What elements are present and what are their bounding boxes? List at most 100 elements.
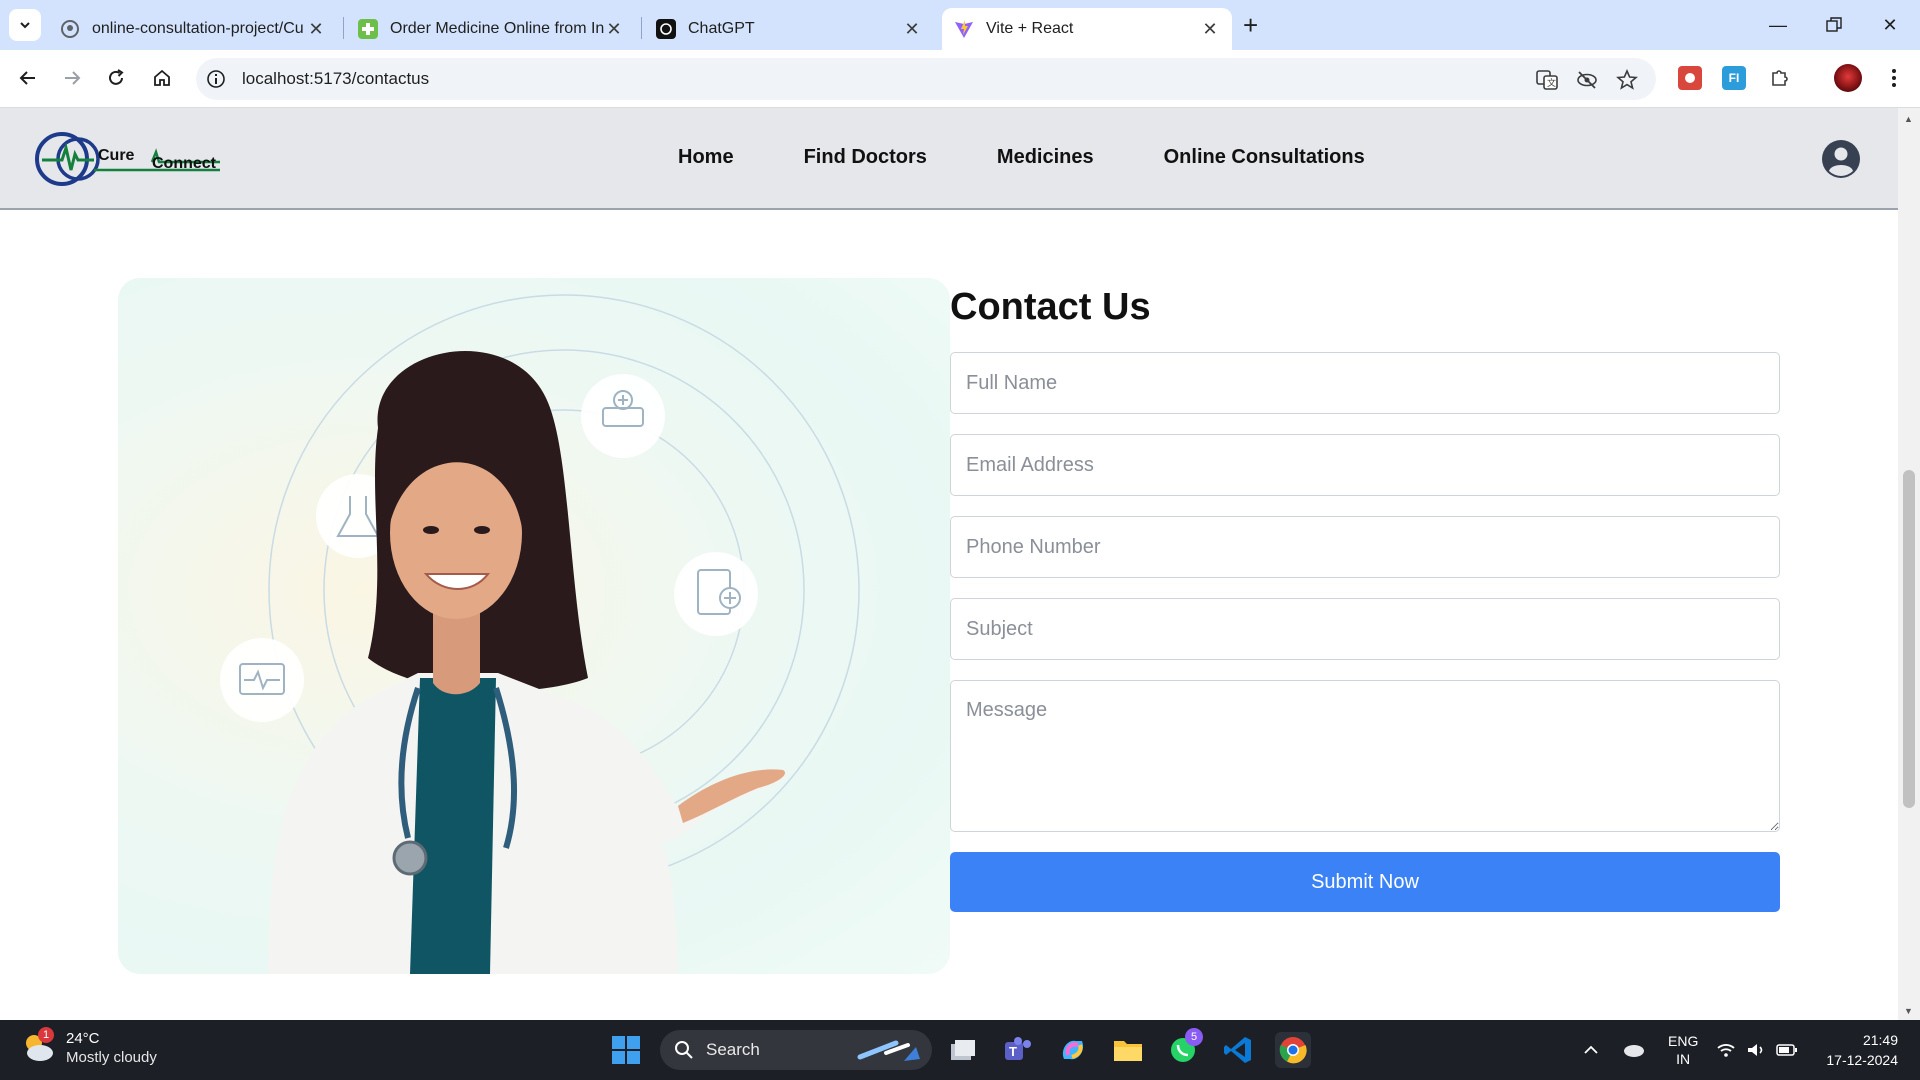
doctor-illustration bbox=[118, 278, 950, 974]
site-navbar: Cure Connect Home Find Doctors Medicines… bbox=[0, 108, 1898, 210]
tab-search-button[interactable] bbox=[9, 9, 41, 41]
language-indicator[interactable]: ENG IN bbox=[1668, 1020, 1698, 1080]
cureconnect-logo[interactable]: Cure Connect bbox=[34, 130, 224, 188]
user-profile-icon[interactable] bbox=[1821, 139, 1861, 179]
tab-chatgpt[interactable]: ChatGPT ✕ bbox=[644, 8, 934, 50]
scroll-down-arrow-icon[interactable]: ▼ bbox=[1904, 1006, 1913, 1016]
translate-icon[interactable]: 文 bbox=[1536, 69, 1558, 96]
eye-off-icon[interactable] bbox=[1576, 69, 1598, 96]
logo-word-connect: Connect bbox=[152, 155, 217, 172]
tab-separator bbox=[641, 17, 642, 39]
nav-medicines[interactable]: Medicines bbox=[997, 146, 1094, 169]
github-icon bbox=[60, 19, 80, 39]
hospital-bed-icon bbox=[581, 374, 665, 458]
tab-title: Order Medicine Online from Inc bbox=[390, 20, 604, 37]
nav-home[interactable]: Home bbox=[678, 146, 734, 169]
taskbar-clock[interactable]: 21:49 17-12-2024 bbox=[1812, 1030, 1898, 1070]
close-tab-icon[interactable]: ✕ bbox=[1200, 19, 1220, 39]
tab-separator bbox=[343, 17, 344, 39]
file-explorer-icon[interactable] bbox=[1110, 1032, 1146, 1068]
tab-pharmacy[interactable]: Order Medicine Online from Inc ✕ bbox=[346, 8, 636, 50]
pharmacy-icon bbox=[358, 19, 378, 39]
show-hidden-icons[interactable] bbox=[1584, 1020, 1598, 1080]
search-icon bbox=[675, 1041, 693, 1059]
minimize-icon[interactable]: — bbox=[1750, 0, 1806, 50]
onedrive-icon[interactable] bbox=[1622, 1020, 1646, 1080]
wifi-icon[interactable] bbox=[1716, 1020, 1736, 1080]
home-icon[interactable] bbox=[146, 62, 178, 94]
chrome-icon[interactable] bbox=[1275, 1032, 1311, 1068]
tab-title: ChatGPT bbox=[688, 20, 755, 37]
extension-red-icon[interactable] bbox=[1678, 66, 1702, 90]
weather-widget[interactable]: 1 24°C Mostly cloudy bbox=[20, 1027, 157, 1066]
search-label: Search bbox=[706, 1040, 760, 1059]
bookmark-star-icon[interactable] bbox=[1616, 68, 1638, 96]
medical-report-icon bbox=[674, 552, 758, 636]
task-view-icon[interactable] bbox=[945, 1032, 981, 1068]
close-tab-icon[interactable]: ✕ bbox=[604, 19, 624, 39]
volume-icon[interactable] bbox=[1746, 1020, 1766, 1080]
submit-button[interactable]: Submit Now bbox=[950, 852, 1780, 912]
contact-title: Contact Us bbox=[950, 286, 1151, 328]
taskbar-search[interactable]: Search bbox=[660, 1030, 932, 1070]
vite-icon bbox=[954, 19, 974, 39]
close-window-icon[interactable]: ✕ bbox=[1862, 0, 1918, 50]
full-name-input[interactable] bbox=[950, 352, 1780, 414]
copilot-icon[interactable] bbox=[1055, 1032, 1091, 1068]
restore-icon[interactable] bbox=[1806, 0, 1862, 50]
back-arrow-icon[interactable] bbox=[12, 62, 44, 94]
page-viewport: Cure Connect Home Find Doctors Medicines… bbox=[0, 108, 1920, 1020]
search-highlight-icon bbox=[857, 1040, 920, 1061]
vscode-icon[interactable] bbox=[1220, 1032, 1256, 1068]
whatsapp-badge: 5 bbox=[1185, 1028, 1203, 1046]
address-bar[interactable]: localhost:5173/contactus 文 bbox=[196, 58, 1656, 100]
more-menu-icon[interactable] bbox=[1882, 66, 1906, 90]
email-input[interactable] bbox=[950, 434, 1780, 496]
close-tab-icon[interactable]: ✕ bbox=[306, 19, 326, 39]
svg-text:T: T bbox=[1009, 1044, 1017, 1059]
tab-vite-react[interactable]: Vite + React ✕ bbox=[942, 8, 1232, 50]
reload-icon[interactable] bbox=[100, 62, 132, 94]
extensions-puzzle-icon[interactable] bbox=[1768, 66, 1792, 90]
clock-date: 17-12-2024 bbox=[1826, 1052, 1898, 1068]
doctor-figure bbox=[268, 350, 788, 974]
nav-find-doctors[interactable]: Find Doctors bbox=[804, 146, 927, 169]
clock-time: 21:49 bbox=[1862, 1032, 1898, 1048]
scroll-up-arrow-icon[interactable]: ▲ bbox=[1904, 114, 1913, 124]
tab-title: Vite + React bbox=[986, 20, 1074, 37]
phone-input[interactable] bbox=[950, 516, 1780, 578]
contact-form: Contact Us Submit Now bbox=[950, 278, 1780, 912]
weather-temp: 24°C bbox=[66, 1030, 100, 1047]
tab-title: online-consultation-project/Cu bbox=[92, 20, 304, 37]
extension-fi-icon[interactable]: FI bbox=[1722, 66, 1746, 90]
url-text: localhost:5173/contactus bbox=[242, 69, 430, 88]
windows-start-icon[interactable] bbox=[608, 1032, 644, 1068]
logo-word-cure: Cure bbox=[98, 147, 135, 164]
site-info-icon[interactable] bbox=[206, 69, 226, 94]
windows-taskbar: 1 24°C Mostly cloudy Search T 5 ENG IN 2… bbox=[0, 1020, 1920, 1080]
weather-condition: Mostly cloudy bbox=[66, 1049, 157, 1066]
chevron-down-icon bbox=[20, 22, 30, 29]
new-tab-plus-icon[interactable]: + bbox=[1243, 12, 1258, 38]
nav-online-consultations[interactable]: Online Consultations bbox=[1164, 146, 1365, 169]
language-line2: IN bbox=[1676, 1051, 1691, 1067]
main-nav: Home Find Doctors Medicines Online Consu… bbox=[678, 146, 1365, 169]
language-line1: ENG bbox=[1668, 1033, 1699, 1049]
browser-tab-bar: online-consultation-project/Cu ✕ Order M… bbox=[0, 0, 1920, 50]
forward-arrow-icon[interactable] bbox=[56, 62, 88, 94]
close-tab-icon[interactable]: ✕ bbox=[902, 19, 922, 39]
teams-icon[interactable]: T bbox=[1000, 1032, 1036, 1068]
message-textarea[interactable] bbox=[950, 680, 1780, 832]
page-scrollbar[interactable]: ▲ ▼ bbox=[1898, 108, 1920, 1020]
weather-badge: 1 bbox=[38, 1027, 54, 1043]
subject-input[interactable] bbox=[950, 598, 1780, 660]
chatgpt-icon bbox=[656, 19, 676, 39]
tab-github[interactable]: online-consultation-project/Cu ✕ bbox=[48, 8, 338, 50]
heart-monitor-icon bbox=[220, 638, 304, 722]
whatsapp-icon[interactable]: 5 bbox=[1165, 1028, 1203, 1068]
browser-profile-avatar[interactable] bbox=[1834, 64, 1862, 92]
svg-text:文: 文 bbox=[1547, 77, 1556, 89]
battery-icon[interactable] bbox=[1776, 1020, 1798, 1080]
scroll-thumb[interactable] bbox=[1903, 470, 1915, 808]
browser-toolbar: localhost:5173/contactus 文 FI bbox=[0, 50, 1920, 108]
